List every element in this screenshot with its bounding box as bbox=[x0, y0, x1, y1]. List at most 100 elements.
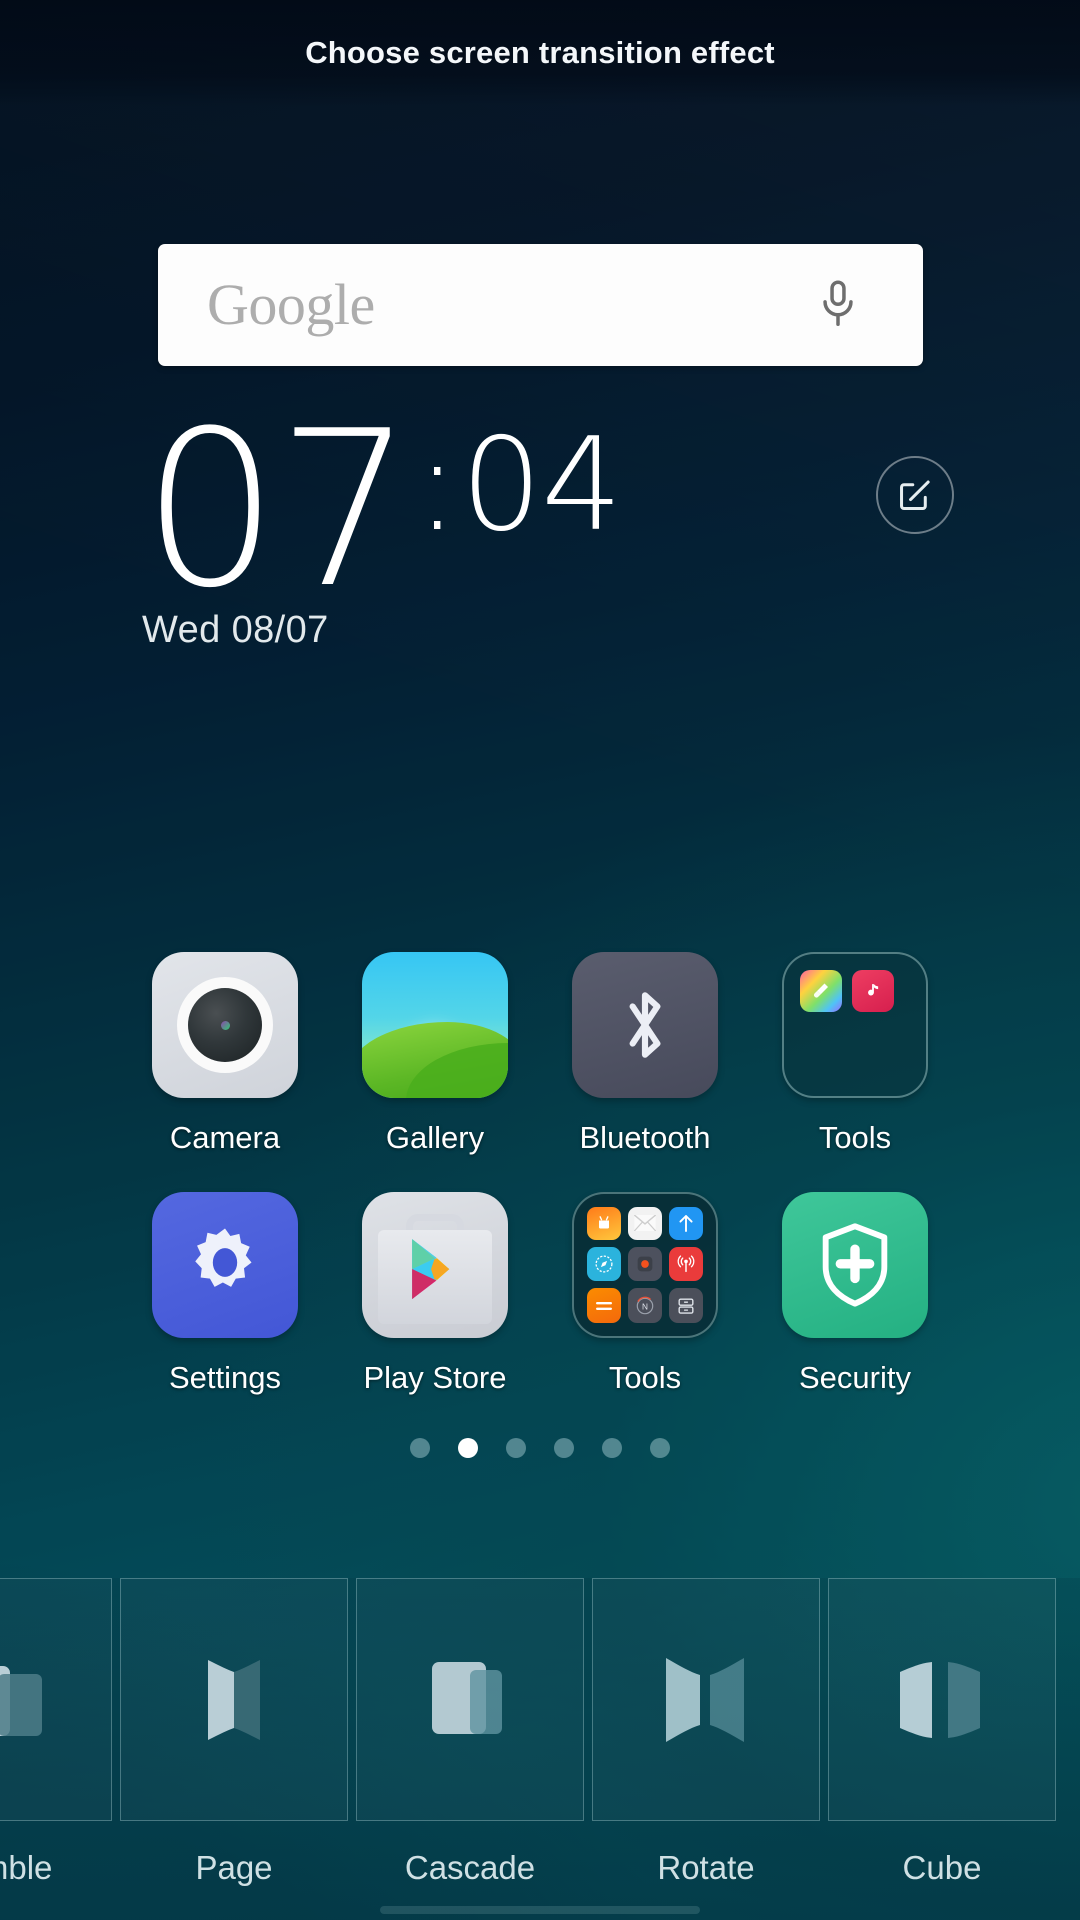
arrow-up-glyph bbox=[679, 1215, 693, 1233]
clock-time-row: 07 : 04 bbox=[142, 384, 942, 635]
transition-label: Tumble bbox=[0, 1849, 53, 1886]
page-dot-active[interactable] bbox=[458, 1438, 478, 1458]
header-bar: Choose screen transition effect bbox=[0, 0, 1080, 106]
folder-icon: N bbox=[572, 1192, 718, 1338]
app-item-play-store[interactable]: Play Store bbox=[330, 1192, 540, 1396]
play-store-icon bbox=[362, 1192, 508, 1338]
google-logo: Google bbox=[207, 272, 375, 337]
app-label: Camera bbox=[169, 1120, 281, 1155]
settings-gear-icon bbox=[152, 1192, 298, 1338]
home-indicator bbox=[380, 1906, 700, 1914]
paint-brush-icon bbox=[800, 970, 842, 1012]
page-dot[interactable] bbox=[650, 1438, 670, 1458]
downloads-robot-icon bbox=[587, 1207, 621, 1240]
page-preview[interactable] bbox=[120, 1578, 348, 1821]
screen-recorder-icon bbox=[628, 1246, 662, 1282]
equals-glyph bbox=[596, 1301, 612, 1310]
clock-minute-group: : 04 bbox=[412, 411, 623, 560]
app-grid: Camera Gallery Bluetooth Tools Settings … bbox=[120, 952, 960, 1396]
rotate-preview-glyph bbox=[666, 1657, 744, 1742]
camera-lens bbox=[188, 988, 262, 1062]
app-item-gallery[interactable]: Gallery bbox=[330, 952, 540, 1156]
transition-option-cube[interactable]: Cube bbox=[828, 1578, 1056, 1887]
transition-option-rotate[interactable]: Rotate bbox=[592, 1578, 820, 1887]
file-manager-icon bbox=[669, 1288, 703, 1323]
compass-browser-icon bbox=[587, 1246, 621, 1282]
cascade-preview-glyph bbox=[432, 1661, 502, 1734]
clock-date: Wed 08/07 bbox=[142, 608, 329, 651]
camera-icon bbox=[152, 952, 298, 1098]
page-dot[interactable] bbox=[554, 1438, 574, 1458]
clock-minute: 04 bbox=[460, 411, 623, 560]
app-label: Security bbox=[799, 1360, 911, 1395]
clock-colon: : bbox=[415, 411, 459, 560]
gallery-icon bbox=[362, 952, 508, 1098]
camera-ring bbox=[177, 977, 273, 1073]
transition-label: Rotate bbox=[657, 1849, 755, 1886]
compass-north-glyph: N bbox=[636, 1296, 654, 1314]
play-triangle-glyph bbox=[412, 1239, 450, 1300]
fm-radio-icon bbox=[669, 1246, 703, 1282]
clock-hour: 07 bbox=[142, 384, 414, 635]
app-item-bluetooth[interactable]: Bluetooth bbox=[540, 952, 750, 1156]
edit-widget-button[interactable] bbox=[876, 456, 954, 534]
app-label: Gallery bbox=[385, 1120, 485, 1155]
cascade-preview[interactable] bbox=[356, 1578, 584, 1821]
transition-effect-picker: Tumble Page Cascade bbox=[0, 1578, 1080, 1920]
app-item-tools-folder-1[interactable]: Tools bbox=[750, 952, 960, 1156]
edit-square-pencil-icon bbox=[900, 480, 930, 510]
page-dot[interactable] bbox=[410, 1438, 430, 1458]
shield-plus-icon bbox=[782, 1192, 928, 1338]
calculator-icon bbox=[587, 1288, 621, 1323]
folder-icon bbox=[782, 952, 928, 1098]
tumble-preview-glyph bbox=[0, 1665, 42, 1736]
app-item-camera[interactable]: Camera bbox=[120, 952, 330, 1156]
app-label: Settings bbox=[168, 1360, 281, 1395]
transition-option-page[interactable]: Page bbox=[120, 1578, 348, 1887]
music-note-icon bbox=[852, 970, 894, 1012]
transition-label: Page bbox=[195, 1849, 273, 1886]
app-label: Tools bbox=[818, 1120, 892, 1155]
page-dot[interactable] bbox=[506, 1438, 526, 1458]
page-title: Choose screen transition effect bbox=[305, 35, 775, 70]
microphone-glyph bbox=[823, 280, 853, 326]
app-item-settings[interactable]: Settings bbox=[120, 1192, 330, 1396]
transition-option-tumble[interactable]: Tumble bbox=[0, 1578, 112, 1887]
page-indicator bbox=[0, 1438, 1080, 1458]
music-note-glyph bbox=[868, 984, 879, 996]
microphone-icon[interactable] bbox=[811, 274, 865, 336]
app-label: Bluetooth bbox=[579, 1120, 711, 1155]
svg-text:N: N bbox=[642, 1302, 648, 1311]
email-envelope-icon bbox=[628, 1207, 662, 1240]
bluetooth-glyph bbox=[629, 992, 661, 1058]
app-label: Play Store bbox=[363, 1360, 507, 1395]
record-glyph bbox=[637, 1256, 653, 1272]
tumble-preview[interactable] bbox=[0, 1578, 112, 1821]
clock-widget[interactable]: 07 : 04 Wed 08/07 bbox=[142, 384, 942, 652]
compass-north-icon: N bbox=[628, 1288, 662, 1323]
radio-waves-glyph bbox=[677, 1255, 695, 1273]
transition-option-cascade[interactable]: Cascade bbox=[356, 1578, 584, 1887]
app-label: Tools bbox=[608, 1360, 682, 1395]
cube-preview-glyph bbox=[900, 1661, 980, 1738]
transition-label: Cube bbox=[902, 1849, 982, 1886]
transition-carousel[interactable]: Tumble Page Cascade bbox=[0, 1578, 1056, 1887]
robot-glyph bbox=[599, 1216, 609, 1229]
upload-arrow-icon bbox=[669, 1207, 703, 1240]
app-item-security[interactable]: Security bbox=[750, 1192, 960, 1396]
cube-preview[interactable] bbox=[828, 1578, 1056, 1821]
page-preview-glyph bbox=[208, 1659, 260, 1740]
gear-glyph bbox=[195, 1228, 252, 1287]
page-dot[interactable] bbox=[602, 1438, 622, 1458]
camera-lens-flare bbox=[220, 1020, 230, 1030]
drawers-glyph bbox=[678, 1298, 694, 1314]
google-search-widget[interactable]: Google bbox=[158, 244, 923, 366]
paint-brush-glyph bbox=[814, 983, 828, 998]
envelope-glyph bbox=[634, 1215, 656, 1232]
compass-glyph bbox=[595, 1255, 613, 1273]
bluetooth-icon bbox=[572, 952, 718, 1098]
transition-label: Cascade bbox=[404, 1849, 536, 1886]
rotate-preview[interactable] bbox=[592, 1578, 820, 1821]
app-item-tools-folder-2[interactable]: N Tools bbox=[540, 1192, 750, 1396]
shield-glyph bbox=[822, 1223, 888, 1307]
